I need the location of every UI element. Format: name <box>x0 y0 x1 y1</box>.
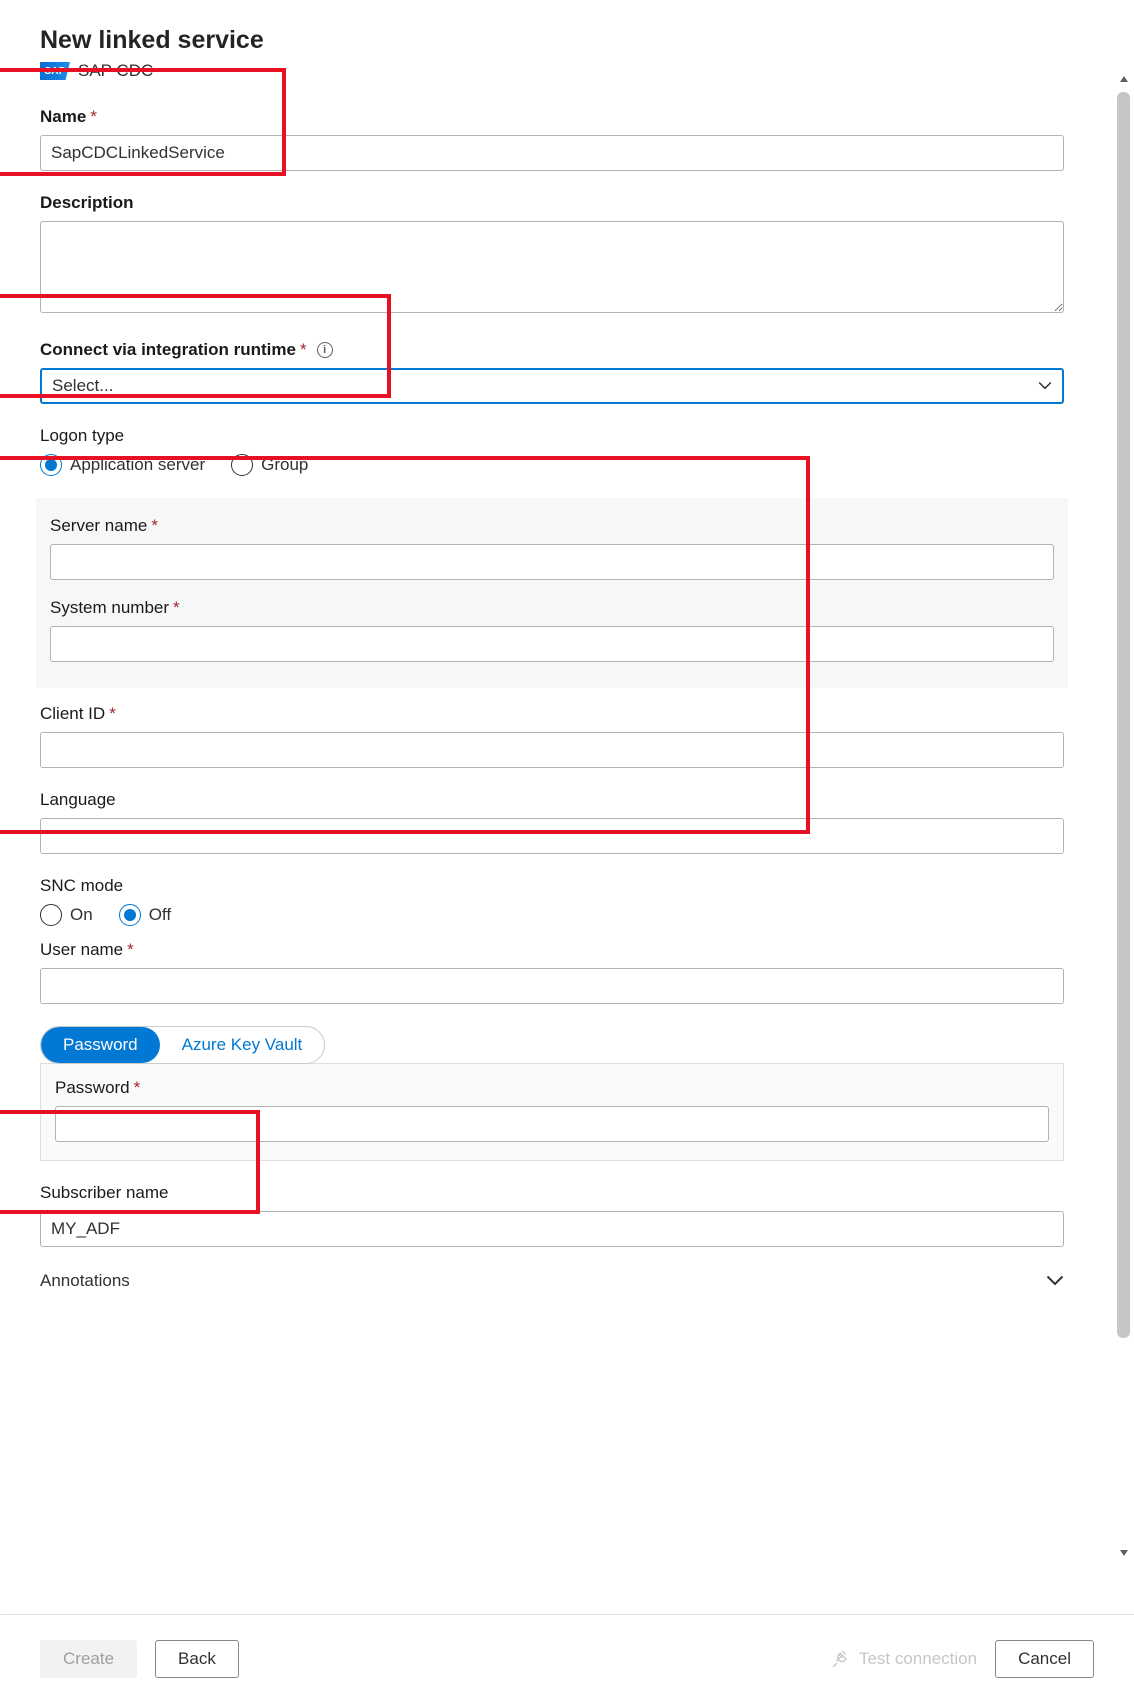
description-textarea[interactable] <box>40 221 1064 313</box>
description-field-block: Description <box>40 193 1064 318</box>
client-id-label: Client ID * <box>40 704 1064 724</box>
form-scroll-area[interactable]: New linked service SAP SAP CDC Name * De… <box>0 0 1104 1555</box>
required-indicator: * <box>90 107 97 127</box>
required-indicator: * <box>300 340 307 360</box>
required-indicator: * <box>127 940 134 960</box>
password-label-text: Password <box>55 1078 130 1098</box>
test-connection-label: Test connection <box>859 1649 977 1669</box>
scrollbar-track[interactable] <box>1117 92 1130 1338</box>
sap-logo-icon: SAP <box>40 62 70 80</box>
plug-icon <box>831 1649 851 1669</box>
cancel-button[interactable]: Cancel <box>995 1640 1094 1678</box>
client-id-input[interactable] <box>40 732 1064 768</box>
password-pill[interactable]: Password <box>41 1027 160 1063</box>
footer-bar: Create Back Test connection Cancel <box>0 1616 1134 1701</box>
scroll-down-arrow-icon[interactable] <box>1115 1544 1132 1561</box>
name-label-text: Name <box>40 107 86 127</box>
snc-mode-block: SNC mode On Off <box>40 876 1064 926</box>
radio-selected-icon <box>119 904 141 926</box>
logon-type-app-server-label: Application server <box>70 455 205 475</box>
runtime-placeholder: Select... <box>52 376 113 396</box>
subscriber-name-input[interactable] <box>40 1211 1064 1247</box>
annotations-row[interactable]: Annotations <box>40 1271 1064 1291</box>
scrollbar-thumb[interactable] <box>1117 92 1130 1338</box>
name-field-block: Name * <box>40 107 1064 171</box>
page-title: New linked service <box>40 26 1064 55</box>
logon-type-app-server-option[interactable]: Application server <box>40 454 205 476</box>
user-name-block: User name * <box>40 940 1064 1004</box>
system-number-label: System number * <box>50 598 1054 618</box>
user-name-label-text: User name <box>40 940 123 960</box>
chevron-down-icon <box>1038 379 1052 393</box>
password-source-block: Password Azure Key Vault Password * <box>40 1026 1064 1161</box>
server-name-label: Server name * <box>50 516 1054 536</box>
required-indicator: * <box>109 704 116 724</box>
create-button[interactable]: Create <box>40 1640 137 1678</box>
name-input[interactable] <box>40 135 1064 171</box>
language-label: Language <box>40 790 1064 810</box>
logon-type-label: Logon type <box>40 426 1064 446</box>
snc-on-option[interactable]: On <box>40 904 93 926</box>
radio-unselected-icon <box>40 904 62 926</box>
runtime-field-block: Connect via integration runtime * i Sele… <box>40 340 1064 404</box>
radio-selected-icon <box>40 454 62 476</box>
logon-type-radio-group: Application server Group <box>40 454 1064 476</box>
server-subpanel: Server name * System number * <box>36 498 1068 688</box>
runtime-label: Connect via integration runtime * i <box>40 340 1064 360</box>
language-block: Language <box>40 790 1064 854</box>
snc-mode-label: SNC mode <box>40 876 1064 896</box>
server-name-input[interactable] <box>50 544 1054 580</box>
password-label: Password * <box>55 1078 1049 1098</box>
footer-separator <box>0 1614 1134 1615</box>
user-name-input[interactable] <box>40 968 1064 1004</box>
runtime-select[interactable]: Select... <box>40 368 1064 404</box>
name-label: Name * <box>40 107 1064 127</box>
password-source-toggle: Password Azure Key Vault <box>40 1026 325 1064</box>
snc-off-label: Off <box>149 905 171 925</box>
back-button[interactable]: Back <box>155 1640 239 1678</box>
language-input[interactable] <box>40 818 1064 854</box>
required-indicator: * <box>173 598 180 618</box>
system-number-block: System number * <box>50 598 1054 662</box>
radio-unselected-icon <box>231 454 253 476</box>
subscriber-name-block: Subscriber name <box>40 1183 1064 1247</box>
required-indicator: * <box>134 1078 141 1098</box>
runtime-label-text: Connect via integration runtime <box>40 340 296 360</box>
snc-on-label: On <box>70 905 93 925</box>
connector-name: SAP CDC <box>78 61 153 81</box>
snc-mode-radio-group: On Off <box>40 904 1064 926</box>
user-name-label: User name * <box>40 940 1064 960</box>
system-number-input[interactable] <box>50 626 1054 662</box>
server-name-label-text: Server name <box>50 516 147 536</box>
client-id-label-text: Client ID <box>40 704 105 724</box>
chevron-down-icon <box>1046 1272 1064 1290</box>
password-panel: Password * <box>40 1063 1064 1161</box>
client-id-block: Client ID * <box>40 704 1064 768</box>
info-icon[interactable]: i <box>317 342 333 358</box>
logon-type-group-label: Group <box>261 455 308 475</box>
connector-row: SAP SAP CDC <box>40 61 1064 81</box>
test-connection-button[interactable]: Test connection <box>831 1649 977 1669</box>
logon-type-group-option[interactable]: Group <box>231 454 308 476</box>
footer-right: Test connection Cancel <box>831 1640 1094 1678</box>
scroll-up-arrow-icon[interactable] <box>1115 70 1132 87</box>
system-number-label-text: System number <box>50 598 169 618</box>
required-indicator: * <box>151 516 158 536</box>
subscriber-name-label: Subscriber name <box>40 1183 1064 1203</box>
snc-off-option[interactable]: Off <box>119 904 171 926</box>
footer-left: Create Back <box>40 1640 239 1678</box>
annotations-label: Annotations <box>40 1271 130 1291</box>
logon-type-block: Logon type Application server Group <box>40 426 1064 476</box>
server-name-block: Server name * <box>50 516 1054 580</box>
description-label: Description <box>40 193 1064 213</box>
akv-pill[interactable]: Azure Key Vault <box>160 1027 325 1063</box>
password-input[interactable] <box>55 1106 1049 1142</box>
